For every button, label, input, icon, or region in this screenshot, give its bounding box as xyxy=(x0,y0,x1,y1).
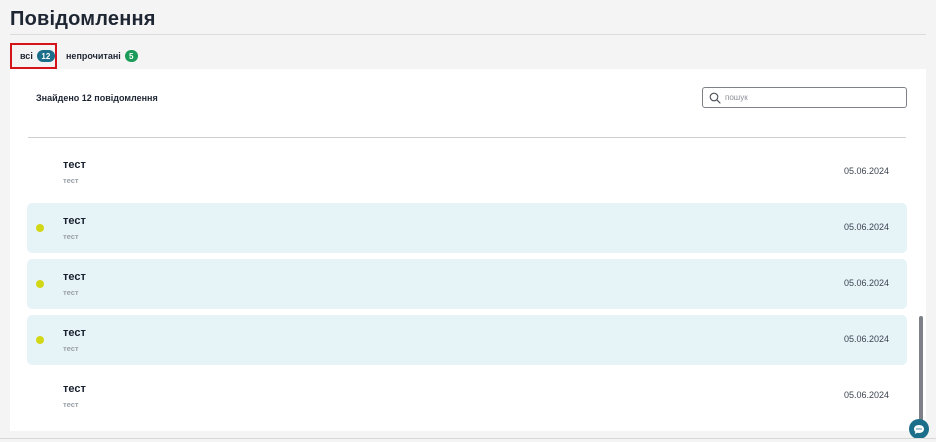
message-date: 05.06.2024 xyxy=(843,334,889,344)
search-input[interactable] xyxy=(725,90,900,105)
message-subtitle: тест xyxy=(63,232,79,241)
tab-all-count-badge: 12 xyxy=(36,50,55,62)
message-date: 05.06.2024 xyxy=(843,166,889,176)
tab-unread[interactable]: непрочитані 5 xyxy=(66,43,138,69)
message-item[interactable]: тест тест 05.06.2024 xyxy=(27,371,907,421)
message-date: 05.06.2024 xyxy=(843,222,889,232)
found-count-text: Знайдено 12 повідомлення xyxy=(36,93,158,103)
notifications-page: Повідомлення всі 12 непрочитані 5 Знайде… xyxy=(0,0,936,442)
message-title: тест xyxy=(63,327,86,339)
message-item[interactable]: тест тест 05.06.2024 xyxy=(27,147,907,197)
message-subtitle: тест xyxy=(63,288,79,297)
footer-divider xyxy=(0,438,936,439)
unread-dot-icon xyxy=(36,336,44,344)
search-icon xyxy=(709,92,721,104)
chat-button[interactable] xyxy=(909,419,929,439)
unread-dot-icon xyxy=(36,280,44,288)
message-item-unread[interactable]: тест тест 05.06.2024 xyxy=(27,203,907,253)
message-title: тест xyxy=(63,271,86,283)
message-subtitle: тест xyxy=(63,400,79,409)
scrollbar-thumb[interactable] xyxy=(919,316,923,428)
message-item-unread[interactable]: тест тест 05.06.2024 xyxy=(27,259,907,309)
list-divider xyxy=(28,137,906,138)
message-item-unread[interactable]: тест тест 05.06.2024 xyxy=(27,315,907,365)
page-title: Повідомлення xyxy=(10,8,156,30)
title-divider xyxy=(10,34,926,35)
messages-panel: Знайдено 12 повідомлення тест тест 05.06… xyxy=(10,69,926,431)
message-title: тест xyxy=(63,383,86,395)
message-subtitle: тест xyxy=(63,176,79,185)
unread-dot-icon xyxy=(36,224,44,232)
message-title: тест xyxy=(63,215,86,227)
tab-all-label: всі xyxy=(20,51,33,61)
tab-unread-count-badge: 5 xyxy=(124,50,138,62)
search-box[interactable] xyxy=(702,87,907,108)
message-date: 05.06.2024 xyxy=(843,278,889,288)
tab-unread-label: непрочитані xyxy=(66,51,121,61)
message-subtitle: тест xyxy=(63,344,79,353)
chat-bubble-icon xyxy=(914,424,924,434)
tab-all[interactable]: всі 12 xyxy=(10,43,57,69)
message-date: 05.06.2024 xyxy=(843,390,889,400)
message-title: тест xyxy=(63,159,86,171)
